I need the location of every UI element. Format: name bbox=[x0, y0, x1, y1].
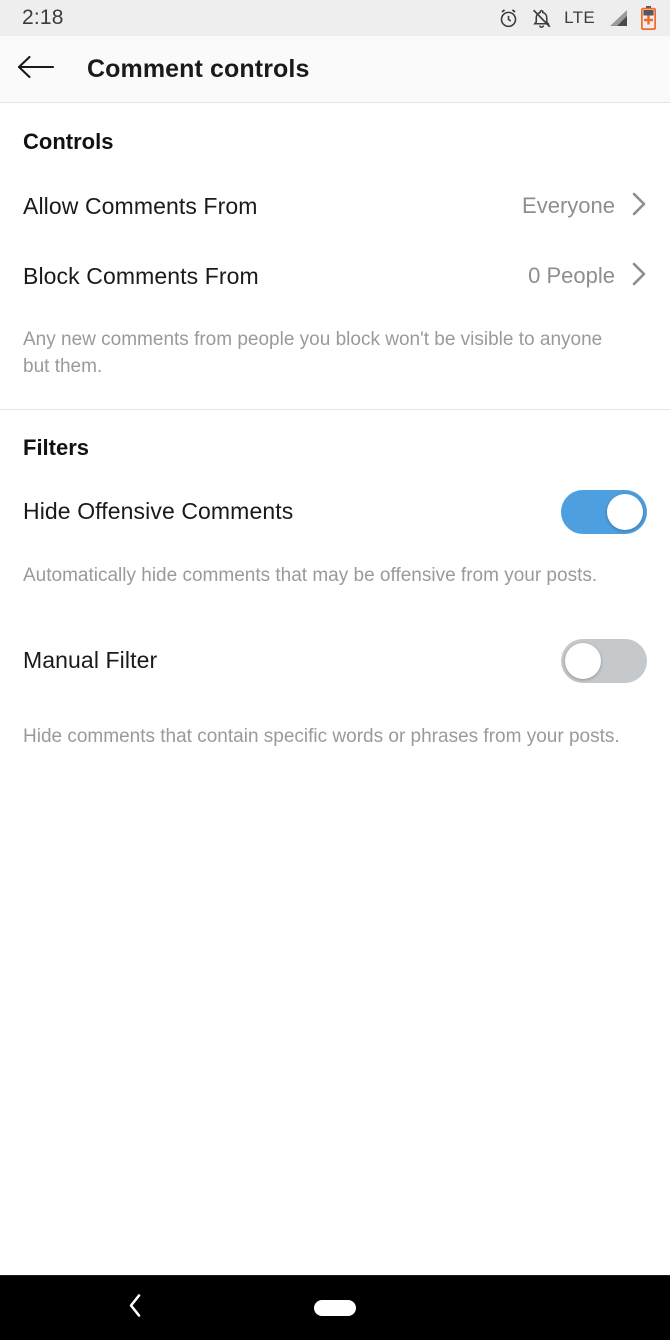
status-bar: 2:18 LTE bbox=[0, 0, 670, 36]
status-time: 2:18 bbox=[22, 6, 64, 29]
row-label: Allow Comments From bbox=[23, 192, 258, 219]
app-bar: Comment controls bbox=[0, 36, 670, 103]
helper-text-block-comments: Any new comments from people you block w… bbox=[23, 329, 603, 377]
nav-back-button[interactable] bbox=[128, 1294, 142, 1323]
row-allow-comments-from[interactable]: Allow Comments From Everyone bbox=[0, 171, 670, 241]
row-label: Hide Offensive Comments bbox=[23, 498, 294, 525]
system-navigation-bar bbox=[0, 1275, 670, 1340]
settings-content: Controls Allow Comments From Everyone Bl… bbox=[0, 104, 670, 1275]
row-value: 0 People bbox=[528, 263, 615, 288]
toggle-knob bbox=[565, 642, 601, 679]
arrow-left-icon bbox=[17, 54, 54, 85]
row-manual-filter[interactable]: Manual Filter bbox=[0, 626, 670, 696]
row-block-comments-from[interactable]: Block Comments From 0 People bbox=[0, 241, 670, 311]
notifications-off-icon bbox=[531, 8, 552, 29]
row-value-group: Everyone bbox=[522, 191, 647, 222]
row-label: Manual Filter bbox=[23, 647, 158, 674]
helper-text-manual-filter: Hide comments that contain specific word… bbox=[23, 725, 620, 747]
network-type-label: LTE bbox=[564, 8, 595, 27]
section-header-controls: Controls bbox=[23, 129, 114, 154]
chevron-right-icon bbox=[631, 191, 647, 222]
chevron-left-icon bbox=[128, 1294, 142, 1322]
row-hide-offensive-comments[interactable]: Hide Offensive Comments bbox=[0, 477, 670, 547]
section-header-filters: Filters bbox=[23, 434, 90, 460]
status-icons: LTE bbox=[498, 6, 656, 30]
toggle-knob bbox=[607, 493, 643, 530]
back-button[interactable] bbox=[0, 54, 70, 85]
alarm-icon bbox=[498, 8, 519, 29]
nav-home-indicator[interactable] bbox=[314, 1300, 356, 1316]
signal-icon bbox=[607, 9, 629, 28]
toggle-manual-filter[interactable] bbox=[561, 638, 647, 683]
battery-charging-icon bbox=[641, 6, 656, 30]
chevron-right-icon bbox=[631, 261, 647, 292]
page-title: Comment controls bbox=[87, 54, 310, 83]
row-value: Everyone bbox=[522, 193, 615, 218]
row-value-group: 0 People bbox=[528, 261, 647, 292]
helper-text-hide-offensive-comments: Automatically hide comments that may be … bbox=[23, 564, 598, 586]
toggle-hide-offensive-comments[interactable] bbox=[561, 489, 647, 534]
phone-screen: 2:18 LTE Comment controls Controls Allow… bbox=[0, 0, 670, 1340]
row-label: Block Comments From bbox=[23, 262, 259, 289]
